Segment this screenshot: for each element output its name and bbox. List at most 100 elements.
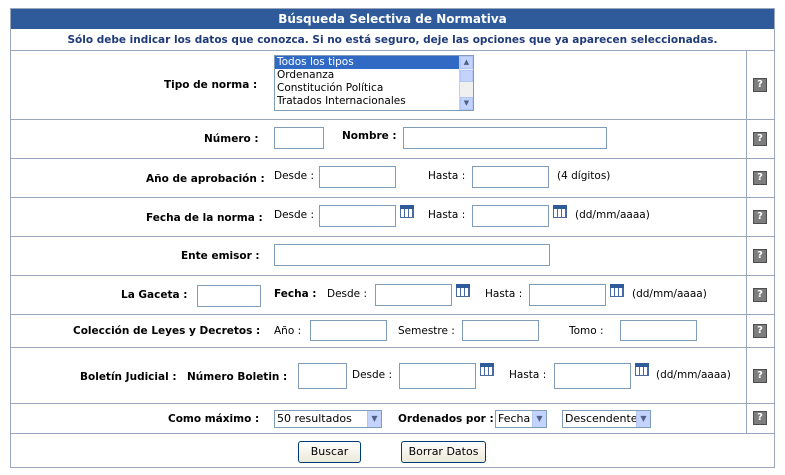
coleccion-semestre-label: Semestre : <box>398 325 455 337</box>
tipo-norma-label: Tipo de norma : <box>164 79 258 91</box>
boletin-hint: (dd/mm/aaaa) <box>656 369 731 381</box>
calendar-icon[interactable] <box>635 363 649 376</box>
ente-label: Ente emisor : <box>181 250 260 262</box>
tipo-option[interactable]: Tratados Internacionales <box>275 95 473 108</box>
help-cell: ? <box>746 51 774 119</box>
anio-hasta-input[interactable] <box>472 166 549 188</box>
tipo-option[interactable]: Constitución Política <box>275 82 473 95</box>
tipo-option[interactable]: Ordenanza <box>275 69 473 82</box>
gaceta-desde-label: Desde : <box>327 288 368 300</box>
calendar-icon[interactable] <box>456 284 470 297</box>
help-cell: ? <box>746 237 774 275</box>
row-fecha-norma: Fecha de la norma : Desde : Hasta : (dd/… <box>11 198 774 237</box>
search-form: Búsqueda Selectiva de Normativa Sólo deb… <box>10 8 775 468</box>
help-cell: ? <box>746 276 774 314</box>
anio-hint: (4 dígitos) <box>557 170 611 182</box>
tipo-option[interactable]: Todos los tipos <box>275 56 473 69</box>
row-ente-emisor: Ente emisor : ? <box>11 237 774 276</box>
anio-hasta-label: Hasta : <box>428 170 466 182</box>
help-question-icon[interactable]: ? <box>753 411 767 425</box>
coleccion-anio-input[interactable] <box>310 320 387 341</box>
coleccion-semestre-input[interactable] <box>462 320 539 341</box>
fecha-hasta-label: Hasta : <box>428 209 466 221</box>
chevron-down-icon[interactable]: ▼ <box>367 411 381 427</box>
gaceta-hasta-label: Hasta : <box>485 288 523 300</box>
fecha-hasta-input[interactable] <box>472 205 549 227</box>
nombre-label: Nombre : <box>342 130 397 142</box>
buscar-button[interactable]: Buscar <box>298 441 361 463</box>
fecha-desde-input[interactable] <box>319 205 396 227</box>
numero-label: Número : <box>204 133 259 145</box>
row-anio-aprobacion: Año de aprobación : Desde : Hasta : (4 d… <box>11 159 774 198</box>
chevron-down-icon[interactable]: ▼ <box>532 411 546 427</box>
help-cell: ? <box>746 159 774 197</box>
anio-label: Año de aprobación : <box>146 173 265 185</box>
fecha-norma-label: Fecha de la norma : <box>146 212 263 224</box>
calendar-icon[interactable] <box>400 205 414 218</box>
orden-select[interactable]: Fecha ▼ <box>495 410 547 428</box>
row-coleccion: Colección de Leyes y Decretos : Año : Se… <box>11 315 774 348</box>
help-question-icon[interactable]: ? <box>753 288 767 302</box>
boletin-numero-input[interactable] <box>298 363 347 389</box>
tipo-norma-listbox[interactable]: Todos los tipos Ordenanza Constitución P… <box>274 55 474 111</box>
row-tipo-norma: Tipo de norma : Todos los tipos Ordenanz… <box>11 51 774 120</box>
scroll-up-icon[interactable]: ▲ <box>460 56 473 69</box>
coleccion-anio-label: Año : <box>274 325 302 337</box>
limite-select[interactable]: 50 resultados ▼ <box>274 410 382 428</box>
direccion-select-value: Descendente <box>565 412 638 425</box>
gaceta-label: La Gaceta : <box>121 289 188 301</box>
help-question-icon[interactable]: ? <box>753 249 767 263</box>
listbox-scrollbar[interactable]: ▲ ▼ <box>459 56 473 110</box>
help-question-icon[interactable]: ? <box>753 210 767 224</box>
anio-desde-input[interactable] <box>319 166 396 188</box>
nombre-input[interactable] <box>403 127 607 149</box>
scroll-down-icon[interactable]: ▼ <box>460 97 473 110</box>
calendar-icon[interactable] <box>553 205 567 218</box>
help-question-icon[interactable]: ? <box>753 171 767 185</box>
borrar-datos-button[interactable]: Borrar Datos <box>401 441 486 463</box>
help-cell: ? <box>746 198 774 236</box>
form-title: Búsqueda Selectiva de Normativa <box>11 9 774 29</box>
boletin-numero-label: Número Boletin : <box>187 371 288 383</box>
gaceta-numero-input[interactable] <box>197 285 261 307</box>
limite-label: Como máximo : <box>168 413 260 425</box>
boletin-desde-input[interactable] <box>399 363 476 389</box>
row-numero: Número : Nombre : ? <box>11 120 774 159</box>
fecha-desde-label: Desde : <box>274 209 315 221</box>
limite-select-value: 50 resultados <box>277 412 352 425</box>
coleccion-tomo-label: Tomo : <box>569 325 604 337</box>
boletin-desde-label: Desde : <box>352 369 393 381</box>
coleccion-label: Colección de Leyes y Decretos : <box>73 325 261 337</box>
boletin-hasta-label: Hasta : <box>509 369 547 381</box>
fecha-hint: (dd/mm/aaaa) <box>575 209 650 221</box>
row-boletin: Boletín Judicial : Número Boletin : Desd… <box>11 348 774 404</box>
gaceta-desde-input[interactable] <box>375 284 452 306</box>
form-instructions: Sólo debe indicar los datos que conozca.… <box>11 29 774 51</box>
help-cell: ? <box>746 404 774 433</box>
boletin-label: Boletín Judicial : <box>80 371 177 383</box>
numero-input[interactable] <box>274 127 324 149</box>
help-question-icon[interactable]: ? <box>753 369 767 383</box>
chevron-down-icon[interactable]: ▼ <box>636 411 650 427</box>
coleccion-tomo-input[interactable] <box>620 320 697 341</box>
gaceta-hint: (dd/mm/aaaa) <box>632 288 707 300</box>
calendar-icon[interactable] <box>610 284 624 297</box>
help-cell: ? <box>746 120 774 158</box>
help-cell: ? <box>746 348 774 403</box>
orden-label: Ordenados por : <box>398 413 494 425</box>
help-question-icon[interactable]: ? <box>753 132 767 146</box>
scroll-thumb[interactable] <box>460 70 473 82</box>
row-limite-orden: Como máximo : 50 resultados ▼ Ordenados … <box>11 404 774 434</box>
row-gaceta: La Gaceta : Fecha : Desde : Hasta : (dd/… <box>11 276 774 315</box>
orden-select-value: Fecha <box>498 412 531 425</box>
help-cell: ? <box>746 315 774 347</box>
ente-input[interactable] <box>274 244 550 266</box>
help-question-icon[interactable]: ? <box>753 324 767 338</box>
gaceta-fecha-label: Fecha : <box>274 288 317 300</box>
gaceta-hasta-input[interactable] <box>529 284 606 306</box>
anio-desde-label: Desde : <box>274 170 315 182</box>
direccion-select[interactable]: Descendente ▼ <box>562 410 651 428</box>
calendar-icon[interactable] <box>480 363 494 376</box>
help-question-icon[interactable]: ? <box>753 78 767 92</box>
boletin-hasta-input[interactable] <box>554 363 631 389</box>
